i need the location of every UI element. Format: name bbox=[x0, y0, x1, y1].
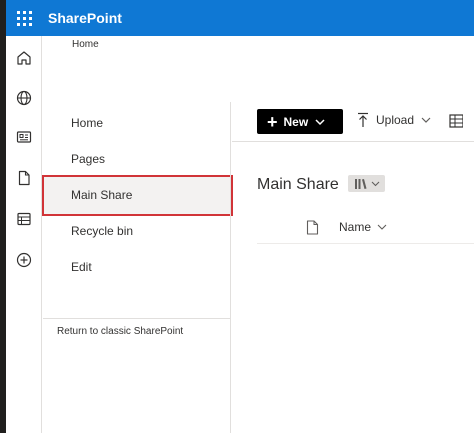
library-view-switcher[interactable] bbox=[348, 175, 385, 192]
column-header-label: Name bbox=[339, 220, 372, 234]
chevron-down-icon bbox=[377, 223, 387, 231]
chevron-down-icon bbox=[315, 118, 325, 126]
library-title: Main Share bbox=[257, 176, 339, 193]
nav-item-home[interactable]: Home bbox=[71, 116, 103, 130]
nav-item-main-share[interactable]: Main Share bbox=[71, 188, 132, 202]
globe-icon[interactable] bbox=[15, 89, 33, 107]
upload-icon bbox=[356, 112, 370, 128]
chevron-down-icon bbox=[421, 116, 431, 124]
library-icon bbox=[354, 178, 368, 190]
new-button[interactable]: + New bbox=[257, 109, 343, 134]
breadcrumb-home[interactable]: Home bbox=[72, 39, 99, 50]
app-rail bbox=[6, 36, 42, 433]
nav-item-recycle-bin[interactable]: Recycle bin bbox=[71, 224, 133, 238]
new-button-label: New bbox=[283, 114, 309, 129]
file-type-icon[interactable] bbox=[306, 220, 319, 235]
sharepoint-window: SharePoint Home Home Pages Main Share Re… bbox=[0, 0, 474, 433]
site-navigation: Home Pages Main Share Recycle bin Edit bbox=[43, 102, 231, 433]
suite-bar: SharePoint bbox=[6, 0, 474, 36]
add-circle-icon[interactable] bbox=[15, 251, 33, 269]
grid-view-icon[interactable] bbox=[449, 113, 463, 129]
plus-icon: + bbox=[267, 111, 278, 132]
app-launcher-button[interactable] bbox=[6, 0, 42, 36]
upload-button-label: Upload bbox=[376, 113, 415, 127]
app-name[interactable]: SharePoint bbox=[48, 10, 122, 26]
nav-divider bbox=[43, 318, 231, 319]
waffle-icon bbox=[16, 10, 32, 26]
chevron-down-icon bbox=[371, 180, 380, 187]
document-icon[interactable] bbox=[15, 169, 33, 187]
upload-button[interactable]: Upload bbox=[356, 112, 431, 128]
list-icon[interactable] bbox=[15, 210, 33, 228]
return-to-classic-link[interactable]: Return to classic SharePoint bbox=[57, 326, 183, 337]
news-icon[interactable] bbox=[15, 128, 33, 146]
nav-edit-link[interactable]: Edit bbox=[71, 260, 92, 274]
column-header-name[interactable]: Name bbox=[339, 220, 387, 234]
nav-item-pages[interactable]: Pages bbox=[71, 152, 105, 166]
home-icon[interactable] bbox=[15, 49, 33, 67]
